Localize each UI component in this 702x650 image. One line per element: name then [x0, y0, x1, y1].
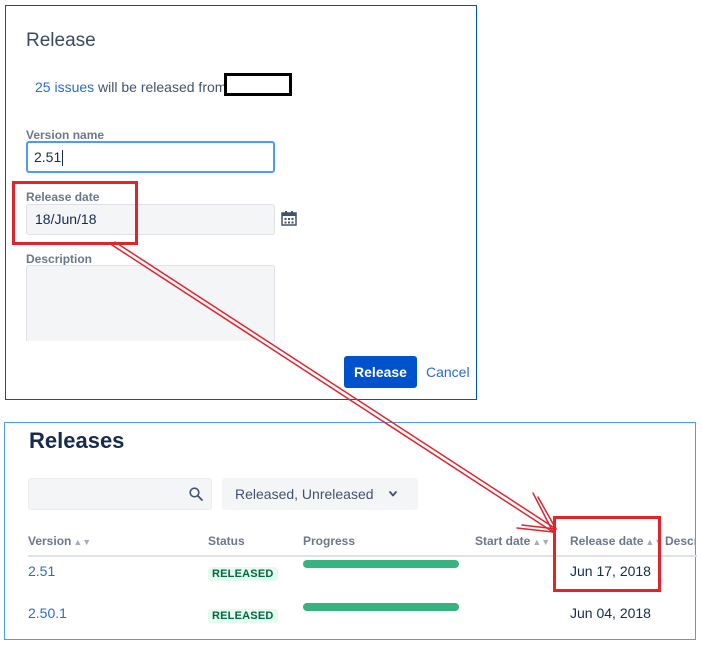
cancel-link[interactable]: Cancel	[426, 364, 470, 380]
column-header-start-date[interactable]: Start date ▲▼	[475, 534, 550, 548]
column-header-progress: Progress	[303, 534, 356, 548]
chevron-down-icon	[389, 491, 397, 497]
column-header-description: Descr	[665, 534, 695, 548]
description-textarea[interactable]	[26, 265, 275, 341]
column-header-status: Status	[208, 534, 245, 548]
status-cell: RELEASED	[208, 606, 278, 624]
release-summary: 25 issues will be released from	[35, 79, 226, 95]
status-badge: RELEASED	[208, 609, 278, 623]
issues-link[interactable]: 25 issues	[35, 79, 94, 95]
description-label: Description	[26, 252, 93, 266]
version-link[interactable]: 2.51	[28, 563, 55, 579]
column-header-version[interactable]: Version ▲▼	[28, 534, 91, 548]
version-name-value: 2.51	[34, 149, 62, 165]
version-name-label: Version name	[26, 128, 105, 142]
sort-icon: ▲▼	[532, 537, 551, 547]
dialog-title: Release	[26, 30, 96, 51]
annotation-highlight-release-date-column	[553, 516, 661, 592]
version-header-label: Version	[28, 534, 72, 548]
status-badge: RELEASED	[208, 567, 278, 581]
search-input[interactable]	[28, 478, 212, 510]
page-title: Releases	[29, 428, 125, 453]
text-caret	[62, 150, 64, 167]
version-name-input[interactable]: 2.51	[26, 141, 275, 173]
calendar-icon[interactable]	[281, 210, 297, 226]
sort-icon: ▲▼	[73, 537, 92, 547]
release-date-cell: Jun 04, 2018	[570, 605, 651, 621]
redacted-version-box	[224, 73, 292, 96]
progress-bar	[303, 603, 459, 611]
release-button[interactable]: Release	[344, 356, 417, 388]
status-filter-label: Released, Unreleased	[235, 486, 374, 502]
annotation-highlight-release-date-field	[12, 181, 138, 245]
summary-text: will be released from	[94, 79, 227, 95]
status-cell: RELEASED	[208, 564, 278, 582]
status-filter-dropdown[interactable]: Released, Unreleased	[222, 478, 418, 510]
start-date-header-label: Start date	[475, 534, 531, 548]
search-icon	[189, 487, 203, 501]
version-link[interactable]: 2.50.1	[28, 605, 67, 621]
progress-bar	[303, 560, 459, 568]
